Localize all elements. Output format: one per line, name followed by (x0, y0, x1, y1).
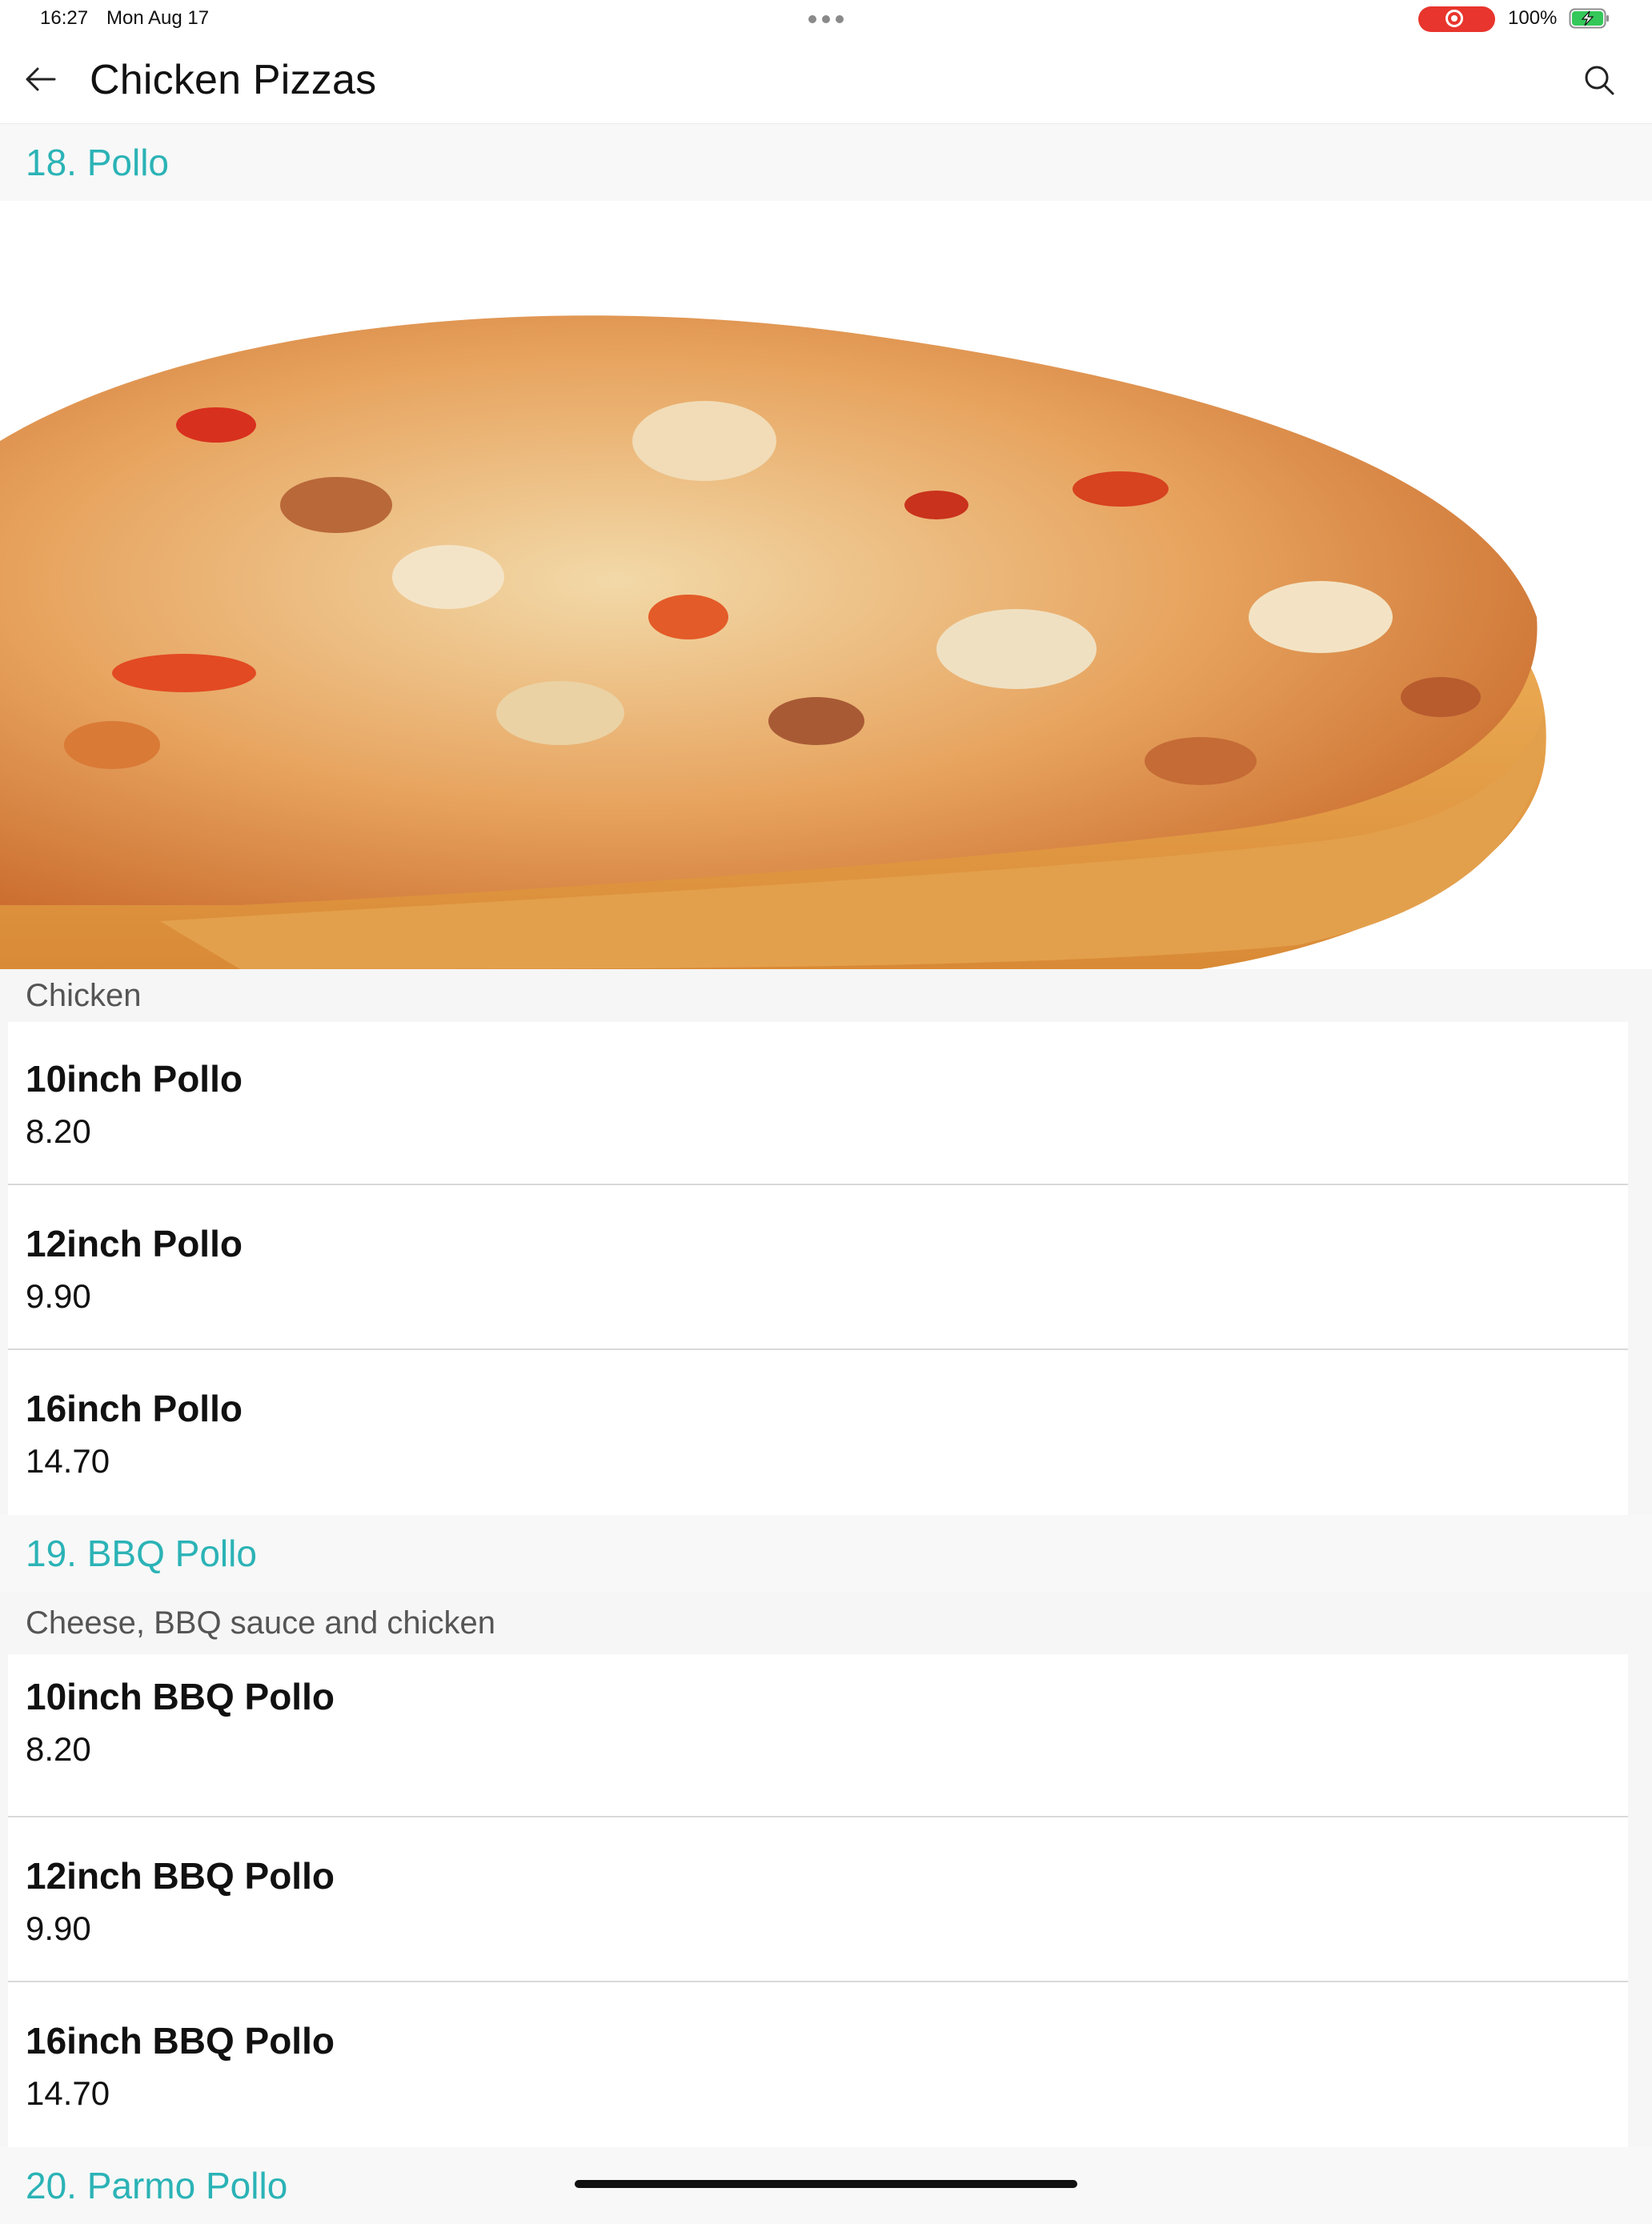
section-heading-bbq-pollo: 19. BBQ Pollo (0, 1515, 1652, 1592)
pizza-illustration (0, 315, 1546, 969)
menu-item[interactable]: 10inch BBQ Pollo 8.20 (8, 1654, 1628, 1817)
multitasking-dots-icon[interactable] (808, 15, 844, 23)
menu-list: 18. Pollo Chicken 10inch Pollo 8.20 12in… (0, 124, 1652, 2224)
menu-item[interactable]: 10inch Pollo 8.20 (8, 1022, 1628, 1185)
item-name: 10inch Pollo (26, 1058, 243, 1100)
item-price: 8.20 (26, 1730, 91, 1768)
pizza-image (0, 201, 1652, 969)
arrow-left-icon[interactable] (22, 61, 59, 98)
screen-recording-icon[interactable] (1418, 6, 1495, 32)
item-price: 9.90 (26, 1909, 91, 1947)
page-title: Chicken Pizzas (90, 57, 377, 103)
section-description: Chicken (26, 978, 142, 1013)
status-date: Mon Aug 17 (106, 7, 210, 29)
status-bar: 16:27 Mon Aug 17 100% (0, 0, 1652, 38)
item-name: 16inch Pollo (26, 1388, 243, 1429)
status-time: 16:27 (40, 7, 89, 29)
battery-percent: 100% (1508, 7, 1558, 29)
item-price: 9.90 (26, 1277, 91, 1315)
menu-item[interactable]: 12inch BBQ Pollo 9.90 (8, 1817, 1628, 1982)
menu-item[interactable]: 16inch Pollo 14.70 (8, 1350, 1628, 1515)
item-name: 16inch BBQ Pollo (26, 2020, 335, 2062)
battery-charging-icon (1569, 8, 1609, 29)
menu-item[interactable]: 16inch BBQ Pollo 14.70 (8, 1982, 1628, 2147)
search-icon[interactable] (1582, 62, 1617, 98)
item-price: 14.70 (26, 1442, 110, 1480)
section-heading-pollo: 18. Pollo (0, 124, 1652, 201)
section-description: Cheese, BBQ sauce and chicken (26, 1605, 496, 1641)
menu-item[interactable]: 12inch Pollo 9.90 (8, 1185, 1628, 1350)
item-name: 12inch BBQ Pollo (26, 1855, 335, 1897)
item-name: 10inch BBQ Pollo (26, 1676, 335, 1717)
app-bar: Chicken Pizzas (0, 38, 1652, 124)
item-price: 14.70 (26, 2074, 110, 2112)
home-indicator[interactable] (575, 2180, 1077, 2188)
item-price: 8.20 (26, 1112, 91, 1150)
item-name: 12inch Pollo (26, 1223, 243, 1264)
